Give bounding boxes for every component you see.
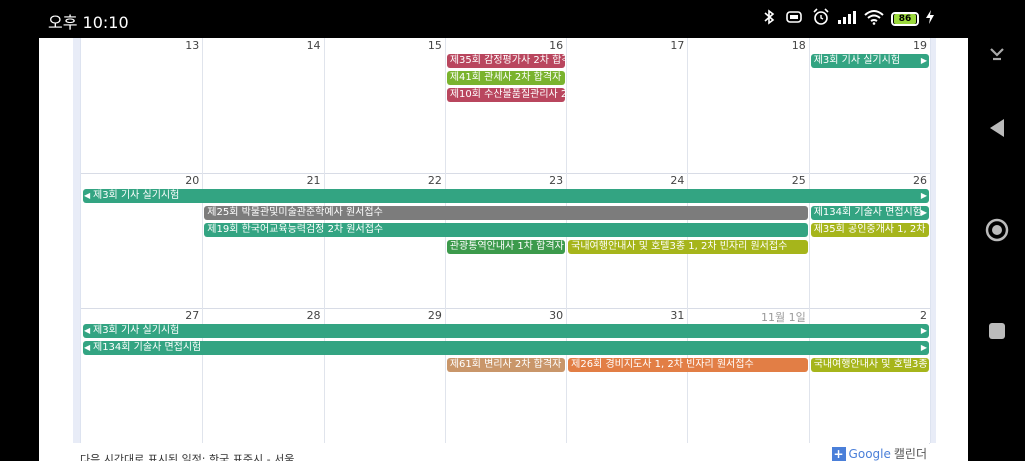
calendar-footer: 다음 시간대로 표시된 일정: 한국 표준시 - 서울 + Google 캘린더 (80, 443, 929, 461)
calendar-event[interactable]: 제25회 박물관및미술관준학예사 원서접수 (204, 206, 808, 220)
continues-right-icon: ▶ (920, 326, 927, 335)
day-number: 15 (427, 39, 442, 52)
left-gutter (0, 38, 39, 461)
battery-icon: 86 (891, 12, 919, 26)
continues-left-icon: ◀ (84, 326, 91, 335)
navigation-bar (968, 0, 1025, 461)
event-title: 제3회 기사 실기시험 (93, 325, 180, 336)
calendar-label: 캘린더 (893, 447, 927, 461)
day-number: 23 (549, 174, 564, 187)
download-arrow-icon[interactable] (982, 38, 1012, 68)
timezone-note: 다음 시간대로 표시된 일정: 한국 표준시 - 서울 (80, 453, 295, 461)
calendar-event[interactable]: ◀ 제3회 기사 실기시험 ▶ (83, 189, 929, 203)
continues-right-icon: ▶ (920, 56, 927, 65)
calendar-event[interactable]: ◀ 제134회 기술사 면접시험 ▶ (83, 341, 929, 355)
event-title: 국내여행안내사 및 호텔3종 1, 2차 시험 (813, 359, 929, 370)
day-number: 25 (791, 174, 806, 187)
day-number: 11월 1일 (760, 311, 806, 324)
continues-left-icon: ◀ (84, 343, 91, 352)
status-bar: 오후 10:10 86 (0, 0, 968, 38)
signal-icon (837, 10, 857, 28)
plus-icon: + (831, 446, 846, 461)
calendar-event[interactable]: 관광통역안내사 1차 합격자 발표 (446, 240, 566, 254)
google-logo: Google (849, 447, 891, 461)
calendar-month-grid: 13 14 15 16 17 18 19 제35회 감정평가사 2차 합격자 발표제41회 관… (80, 38, 931, 444)
event-title: 제134회 기술사 면접시험 (93, 342, 202, 353)
calendar-event[interactable]: 국내여행안내사 및 호텔3종 1, 2차 시험 (810, 358, 929, 372)
calendar-event[interactable]: 제26회 경비지도사 1, 2차 빈자리 원서접수 (568, 358, 808, 372)
continues-right-icon: ▶ (920, 208, 927, 217)
day-number: 30 (549, 309, 564, 322)
event-title: 제25회 박물관및미술관준학예사 원서접수 (207, 207, 383, 218)
status-icons: 86 (762, 8, 934, 30)
calendar-event[interactable]: 제3회 기사 실기시험 ▶ (810, 54, 929, 68)
continues-left-icon: ◀ (84, 191, 91, 200)
day-number: 27 (185, 309, 200, 322)
calendar-event[interactable]: 국내여행안내사 및 호텔3종 1, 2차 빈자리 원서접수 (568, 240, 808, 254)
event-title: 제19회 한국어교육능력검정 2차 원서접수 (207, 224, 384, 235)
event-title: 국내여행안내사 및 호텔3종 1, 2차 빈자리 원서접수 (571, 241, 788, 252)
event-title: 관광통역안내사 1차 합격자 발표 (449, 241, 565, 252)
calendar-event[interactable]: ◀ 제3회 기사 실기시험 ▶ (83, 324, 929, 338)
calendar-day-cell[interactable]: 18 (687, 38, 810, 173)
calendar-day-cell[interactable]: 17 (566, 38, 689, 173)
event-title: 제3회 기사 실기시험 (93, 190, 180, 201)
calendar-day-cell[interactable]: 15 (324, 38, 446, 173)
google-logo-text: Google (848, 446, 891, 461)
calendar-event[interactable]: 제41회 관세사 2차 합격자 발표 (446, 71, 566, 85)
event-title: 제10회 수산물품질관리사 2차 (449, 89, 566, 100)
recents-icon[interactable] (982, 316, 1012, 346)
calendar-event[interactable]: 제61회 변리사 2차 합격자 발표 (446, 358, 566, 372)
day-number: 14 (306, 39, 321, 52)
day-number: 26 (912, 174, 927, 187)
event-title: 제3회 기사 실기시험 (813, 55, 901, 66)
calendar-week: 27 28 29 30 31 11월 1일 2 ◀ 제3회 기사 실기시험 ▶ ◀ 제134회 기술사… (81, 308, 930, 444)
event-title: 제134회 기술사 면접시험 (813, 207, 922, 218)
event-title: 제61회 변리사 2차 합격자 발표 (449, 359, 565, 370)
event-title: 제41회 관세사 2차 합격자 발표 (449, 72, 565, 83)
day-number: 19 (912, 39, 927, 52)
vibrate-icon (783, 10, 805, 28)
calendar-event[interactable]: 제10회 수산물품질관리사 2차 (446, 88, 566, 102)
day-number: 31 (670, 309, 685, 322)
status-time: 오후 10:10 (48, 13, 129, 32)
event-title: 제35회 감정평가사 2차 합격자 발표 (449, 55, 565, 66)
day-number: 22 (427, 174, 442, 187)
day-number: 18 (791, 39, 806, 52)
continues-right-icon: ▶ (920, 191, 927, 200)
event-title: 제26회 경비지도사 1, 2차 빈자리 원서접수 (571, 359, 754, 370)
home-icon[interactable] (982, 215, 1012, 245)
continues-right-icon: ▶ (920, 343, 927, 352)
day-number: 17 (670, 39, 685, 52)
alarm-icon (812, 8, 830, 30)
event-title: 제35회 공인중개사 1, 2차 시험 (813, 224, 929, 235)
calendar-event[interactable]: 제134회 기술사 면접시험 ▶ (810, 206, 929, 220)
calendar-day-cell[interactable]: 14 (202, 38, 325, 173)
calendar-week: 13 14 15 16 17 18 19 제35회 감정평가사 2차 합격자 발표제41회 관… (81, 38, 930, 174)
google-calendar-link[interactable]: + Google 캘린더 (831, 445, 927, 461)
day-number: 21 (306, 174, 321, 187)
wifi-icon (864, 9, 884, 29)
day-number: 24 (670, 174, 685, 187)
day-number: 16 (549, 39, 564, 52)
day-number: 13 (185, 39, 200, 52)
charging-icon (926, 10, 934, 28)
calendar-event[interactable]: 제35회 감정평가사 2차 합격자 발표 (446, 54, 566, 68)
calendar-day-cell[interactable]: 13 (81, 38, 204, 173)
day-number: 2 (919, 309, 927, 322)
bluetooth-icon (762, 9, 776, 29)
day-number: 29 (427, 309, 442, 322)
battery-level: 86 (894, 14, 916, 24)
calendar-frame-left (73, 38, 80, 443)
day-number: 28 (306, 309, 321, 322)
calendar-event[interactable]: 제35회 공인중개사 1, 2차 시험 (810, 223, 929, 237)
back-icon[interactable] (982, 113, 1012, 143)
web-page: 13 14 15 16 17 18 19 제35회 감정평가사 2차 합격자 발표제41회 관… (39, 38, 968, 461)
calendar-week: 20 21 22 23 24 25 26 ◀ 제3회 기사 실기시험 ▶ 제25회 박물관및미술관준… (81, 173, 930, 309)
day-number: 20 (185, 174, 200, 187)
calendar-event[interactable]: 제19회 한국어교육능력검정 2차 원서접수 (204, 223, 808, 237)
